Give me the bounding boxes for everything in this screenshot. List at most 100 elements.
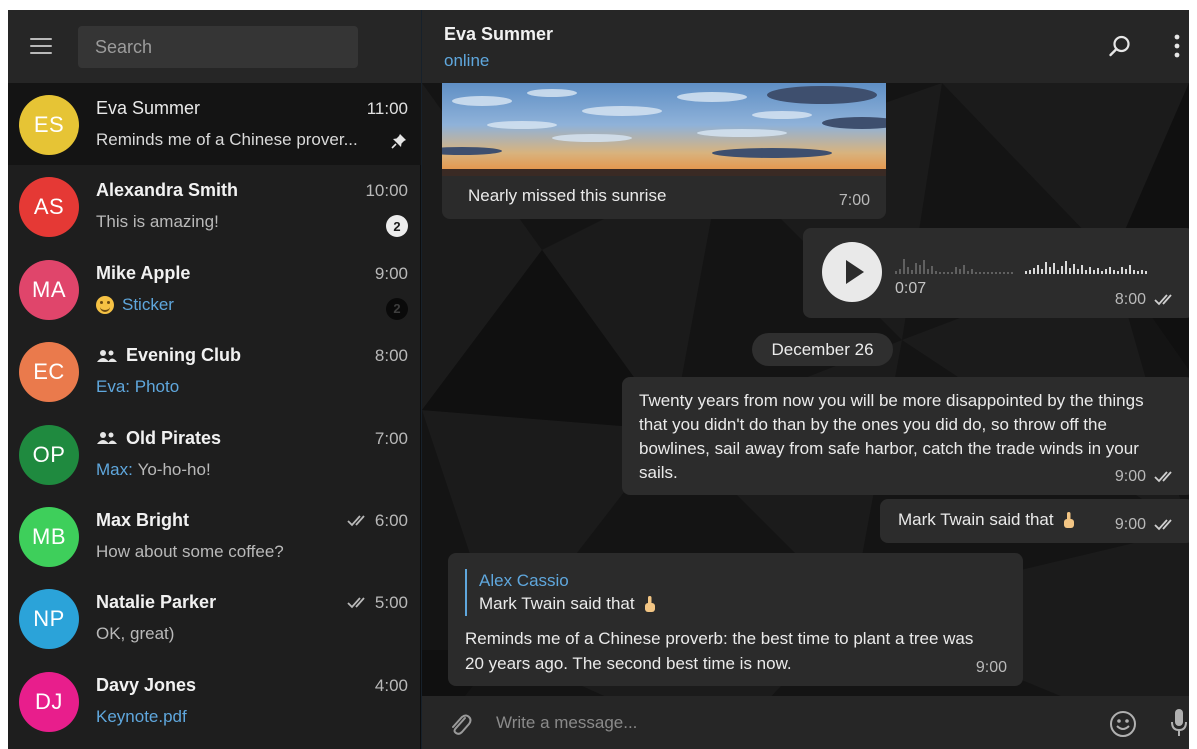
chat-time: 8:00: [375, 346, 408, 366]
message-input[interactable]: [496, 706, 1076, 740]
avatar: MB: [19, 506, 79, 567]
chat-time: 10:00: [365, 181, 408, 201]
text-message[interactable]: Mark Twain said that 9:00: [880, 499, 1189, 543]
reply-quote[interactable]: Alex Cassio Mark Twain said that: [465, 569, 657, 616]
sidebar-header: [8, 10, 421, 83]
group-icon: [97, 432, 117, 445]
message-time: 7:00: [839, 192, 870, 210]
double-check-icon: [1154, 294, 1172, 306]
chat-item-natalie-parker[interactable]: NP Natalie Parker 5:00 OK, great): [8, 577, 421, 659]
unread-badge: 2: [386, 215, 408, 238]
chat-panel: Eva Summer online Nearly missed this sun…: [422, 10, 1189, 749]
chat-preview: Keynote.pdf: [96, 707, 381, 727]
pin-icon: [391, 134, 406, 149]
pointing-hand-emoji-icon: [644, 596, 655, 612]
chat-time: 7:00: [375, 429, 408, 449]
chat-preview-text: This is amazing!: [96, 212, 219, 232]
voice-waveform[interactable]: [895, 245, 1167, 275]
reply-author: Alex Cassio: [479, 571, 569, 590]
sunrise-photo[interactable]: [442, 83, 886, 176]
paperclip-icon[interactable]: [448, 711, 472, 737]
chat-name: Mike Apple: [96, 263, 190, 284]
chat-item-alexandra-smith[interactable]: AS Alexandra Smith 10:00 This is amazing…: [8, 165, 421, 247]
search-icon[interactable]: [1108, 34, 1132, 58]
chat-preview-text: Keynote.pdf: [96, 706, 187, 726]
chat-name-text: Evening Club: [126, 345, 242, 366]
chat-name: Eva Summer: [96, 98, 200, 119]
chat-name: Evening Club: [96, 345, 241, 366]
chat-preview: Max: Yo-ho-ho!: [96, 460, 381, 480]
chat-list: ES Eva Summer 11:00 Reminds me of a Chin…: [8, 83, 421, 742]
chat-preview-text: Reminds me of a Chinese prover...: [96, 130, 358, 149]
reply-text-content: Mark Twain said that: [479, 594, 635, 613]
chat-time-text: 4:00: [374, 675, 408, 695]
chat-name: Max Bright: [96, 510, 189, 531]
message-time: 9:00: [1115, 468, 1178, 486]
photo-message[interactable]: Nearly missed this sunrise 7:00: [442, 83, 886, 219]
chat-name-text: Natalie Parker: [96, 592, 217, 613]
chat-preview-sender: Max:: [96, 459, 133, 479]
muted-unread-badge: 2: [386, 297, 408, 320]
chat-time-text: 11:00: [366, 99, 408, 118]
message-text: Mark Twain said that: [898, 510, 1076, 530]
message-time-text: 9:00: [1114, 468, 1146, 485]
chat-name-text: Eva Summer: [96, 98, 201, 118]
avatar: OP: [19, 424, 79, 485]
smiley-emoji-icon: [96, 295, 114, 314]
message-text: Twenty years from now you will be more d…: [639, 391, 1144, 482]
chat-name-text: Alexandra Smith: [96, 180, 239, 201]
chat-preview-sender: Eva: Photo: [96, 377, 180, 397]
message-time-text: 9:00: [975, 659, 1007, 676]
chat-time-text: 10:00: [365, 181, 408, 201]
chat-preview: Sticker: [96, 295, 381, 315]
microphone-icon[interactable]: [1170, 708, 1188, 738]
more-vertical-icon[interactable]: [1174, 34, 1180, 58]
reply-text: Mark Twain said that: [479, 592, 657, 616]
avatar: MA: [19, 259, 79, 320]
chat-name-text: Mike Apple: [96, 262, 191, 283]
message-time: 9:00: [1115, 516, 1178, 534]
chat-time: 5:00: [347, 593, 408, 613]
hamburger-icon[interactable]: [30, 38, 52, 54]
chat-time: 6:00: [347, 511, 408, 531]
group-icon: [97, 349, 117, 362]
chat-preview: This is amazing!: [96, 212, 381, 232]
message-text: Reminds me of a Chinese proverb: the bes…: [465, 629, 974, 673]
telegram-window: ES Eva Summer 11:00 Reminds me of a Chin…: [8, 10, 1189, 749]
chat-time-text: 5:00: [374, 593, 408, 613]
chat-item-mike-apple[interactable]: MA Mike Apple 9:00 Sticker 2: [8, 248, 421, 330]
sidebar: ES Eva Summer 11:00 Reminds me of a Chin…: [8, 10, 421, 749]
chat-item-evening-club[interactable]: EC Evening Club 8:00 Eva: Photo: [8, 330, 421, 412]
play-button[interactable]: [822, 242, 882, 302]
chat-name-text: Davy Jones: [96, 674, 197, 695]
avatar: EC: [19, 342, 79, 403]
chat-time-text: 6:00: [374, 510, 408, 530]
message-time-text: 9:00: [1114, 516, 1146, 533]
avatar: NP: [19, 589, 79, 650]
voice-message: 0:07 8:00: [803, 228, 1189, 318]
chat-time: 4:00: [375, 676, 408, 696]
chat-item-eva-summer[interactable]: ES Eva Summer 11:00 Reminds me of a Chin…: [8, 83, 421, 166]
chat-item-davy-jones[interactable]: DJ Davy Jones 4:00 Keynote.pdf: [8, 660, 421, 742]
chat-preview-text: How about some coffee?: [96, 541, 284, 561]
pointing-hand-emoji-icon: [1063, 512, 1074, 528]
chat-name: Old Pirates: [96, 428, 221, 449]
message-composer: [422, 696, 1189, 749]
chat-item-max-bright[interactable]: MB Max Bright 6:00 How about some coffee…: [8, 495, 421, 577]
double-check-icon: [347, 597, 365, 609]
chat-preview-text: OK, great): [96, 624, 175, 644]
chat-time-text: 8:00: [374, 346, 408, 366]
chat-name-text: Old Pirates: [126, 427, 222, 448]
reply-message[interactable]: Alex Cassio Mark Twain said that Reminds…: [448, 553, 1023, 686]
chat-item-old-pirates[interactable]: OP Old Pirates 7:00 Max: Yo-ho-ho!: [8, 413, 421, 495]
chat-preview: How about some coffee?: [96, 542, 381, 562]
text-message[interactable]: Twenty years from now you will be more d…: [622, 377, 1189, 495]
chat-time-text: 7:00: [374, 428, 408, 448]
chat-time: 11:00: [367, 99, 408, 119]
chat-name: Davy Jones: [96, 675, 196, 696]
chat-name-text: Max Bright: [96, 509, 190, 530]
search-input[interactable]: [78, 26, 358, 68]
emoji-icon[interactable]: [1109, 710, 1137, 738]
double-check-icon: [1154, 519, 1172, 531]
peer-name[interactable]: Eva Summer: [444, 24, 553, 45]
